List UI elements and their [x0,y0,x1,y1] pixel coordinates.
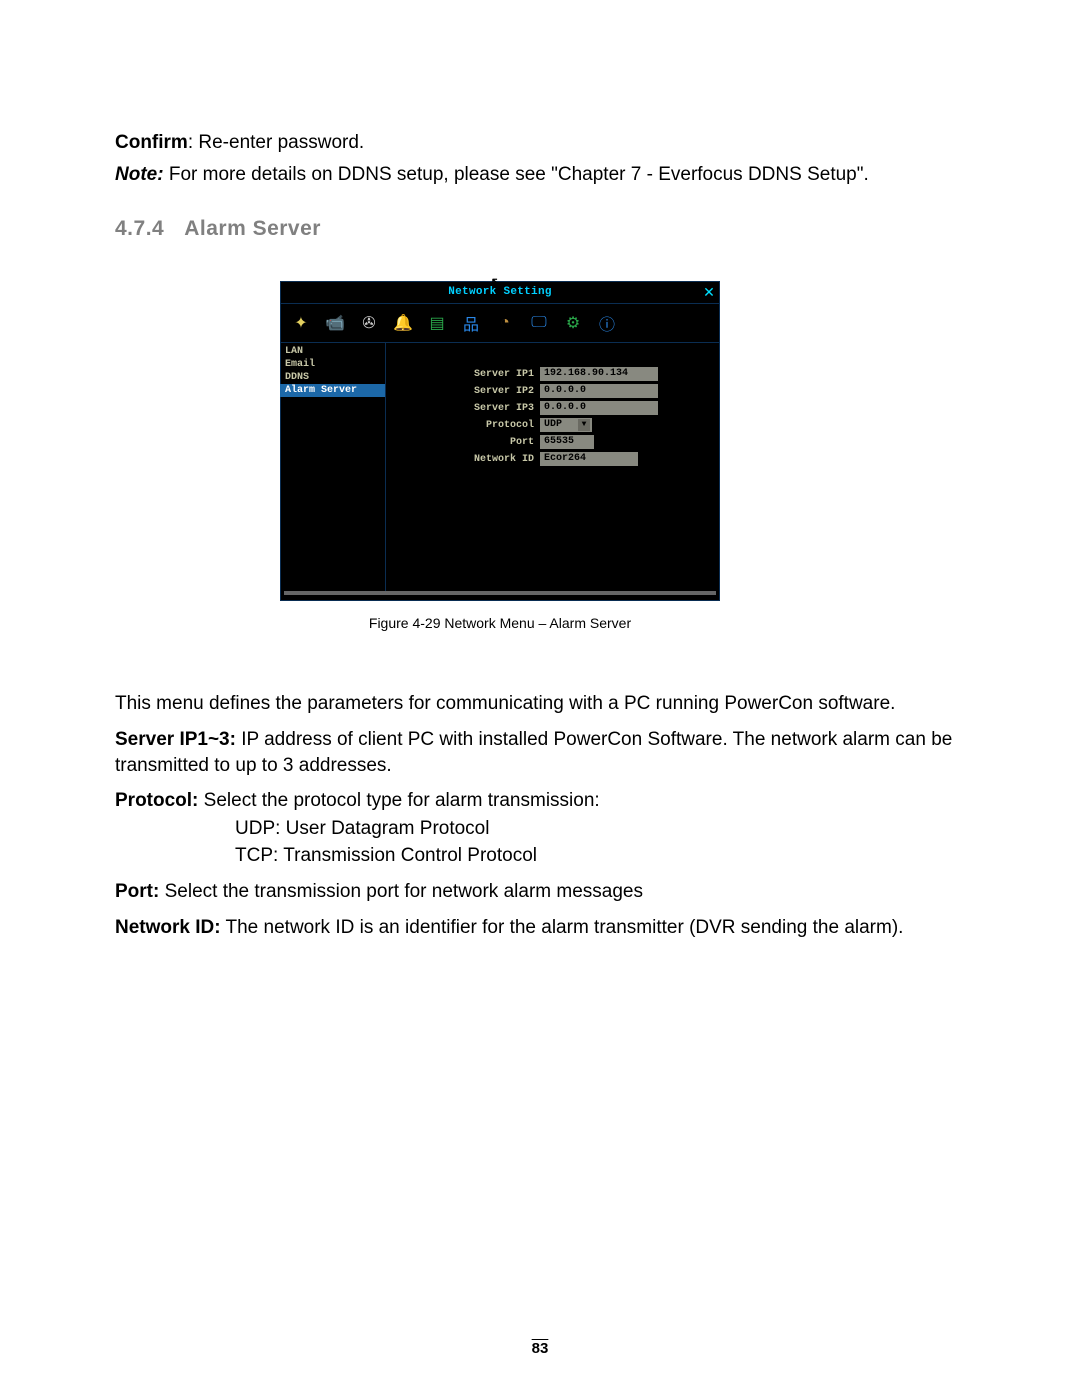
schedule-icon[interactable]: ▤ [426,312,448,334]
server-ip3-input[interactable]: 0.0.0.0 [540,401,658,415]
port-label: Port [394,437,540,448]
protocol-label: Protocol [394,420,540,431]
desc-protocol-tcp: TCP: Transmission Control Protocol [115,843,965,869]
network-id-input[interactable]: Ecor264 [540,452,638,466]
desc-port-label: Port: [115,881,159,902]
page-number: 83 [0,1338,1080,1357]
desc-networkid-text: The network ID is an identifier for the … [221,917,904,938]
section-heading: 4.7.4 Alarm Server [115,217,965,241]
desc-protocol-label: Protocol: [115,790,198,811]
server-ip2-input[interactable]: 0.0.0.0 [540,384,658,398]
desc-protocol-udp: UDP: User Datagram Protocol [115,816,965,842]
note-text: For more details on DDNS setup, please s… [164,164,869,185]
desc-intro: This menu defines the parameters for com… [115,691,965,717]
note-label: Note: [115,164,164,185]
figure-wrap: ↖ Network Setting ✕ ✦ 📹 ✇ 🔔 ▤ 品 ◔ 🖵 ⚙ ⓘ … [280,281,720,631]
confirm-line: Confirm: Re-enter password. [115,130,965,156]
network-id-label: Network ID [394,454,540,465]
confirm-text: : Re-enter password. [188,132,364,153]
port-input[interactable]: 65535 [540,435,594,449]
section-title: Alarm Server [184,217,321,240]
sidebar-item-alarm-server[interactable]: Alarm Server [280,384,385,397]
network-icon[interactable]: 品 [460,312,482,334]
chevron-down-icon: ▼ [578,419,590,431]
wand-icon[interactable]: ✦ [290,312,312,334]
bell-icon[interactable]: 🔔 [392,312,414,334]
figure-caption: Figure 4-29 Network Menu – Alarm Server [280,615,720,631]
scrollbar-track[interactable] [284,591,716,595]
camera-icon[interactable]: 📹 [324,312,346,334]
sidebar: LAN Email DDNS Alarm Server [280,343,386,591]
sidebar-item-email[interactable]: Email [280,358,385,371]
confirm-label: Confirm [115,132,188,153]
system-gear-icon[interactable]: ⚙ [562,312,584,334]
sidebar-item-lan[interactable]: LAN [280,345,385,358]
note-line: Note: For more details on DDNS setup, pl… [115,162,965,188]
window-titlebar: Network Setting ✕ [280,281,720,304]
reel-icon[interactable]: ✇ [358,312,380,334]
desc-serverip-text: IP address of client PC with installed P… [115,729,952,776]
window-toolbar: ✦ 📹 ✇ 🔔 ▤ 品 ◔ 🖵 ⚙ ⓘ [280,304,720,343]
protocol-value: UDP [544,419,562,431]
server-ip1-input[interactable]: 192.168.90.134 [540,367,658,381]
protocol-select[interactable]: UDP ▼ [540,418,592,432]
display-icon[interactable]: 🖵 [528,312,550,334]
window-title: Network Setting [448,286,552,298]
description-block: This menu defines the parameters for com… [115,691,965,940]
server-ip2-label: Server IP2 [394,386,540,397]
sidebar-item-ddns[interactable]: DDNS [280,371,385,384]
disk-icon[interactable]: ◔ [494,312,516,334]
desc-networkid-label: Network ID: [115,917,221,938]
desc-protocol: Protocol: Select the protocol type for a… [115,788,965,814]
network-setting-window: ↖ Network Setting ✕ ✦ 📹 ✇ 🔔 ▤ 品 ◔ 🖵 ⚙ ⓘ … [280,281,720,601]
server-ip3-label: Server IP3 [394,403,540,414]
desc-protocol-text: Select the protocol type for alarm trans… [198,790,599,811]
desc-serverip-label: Server IP1~3: [115,729,236,750]
desc-port: Port: Select the transmission port for n… [115,879,965,905]
info-icon[interactable]: ⓘ [596,312,618,334]
section-number: 4.7.4 [115,217,164,240]
desc-port-text: Select the transmission port for network… [159,881,643,902]
form-content: Server IP1 192.168.90.134 Server IP2 0.0… [386,343,720,591]
close-button[interactable]: ✕ [702,285,716,299]
desc-serverip: Server IP1~3: IP address of client PC wi… [115,727,965,778]
desc-networkid: Network ID: The network ID is an identif… [115,915,965,941]
server-ip1-label: Server IP1 [394,369,540,380]
